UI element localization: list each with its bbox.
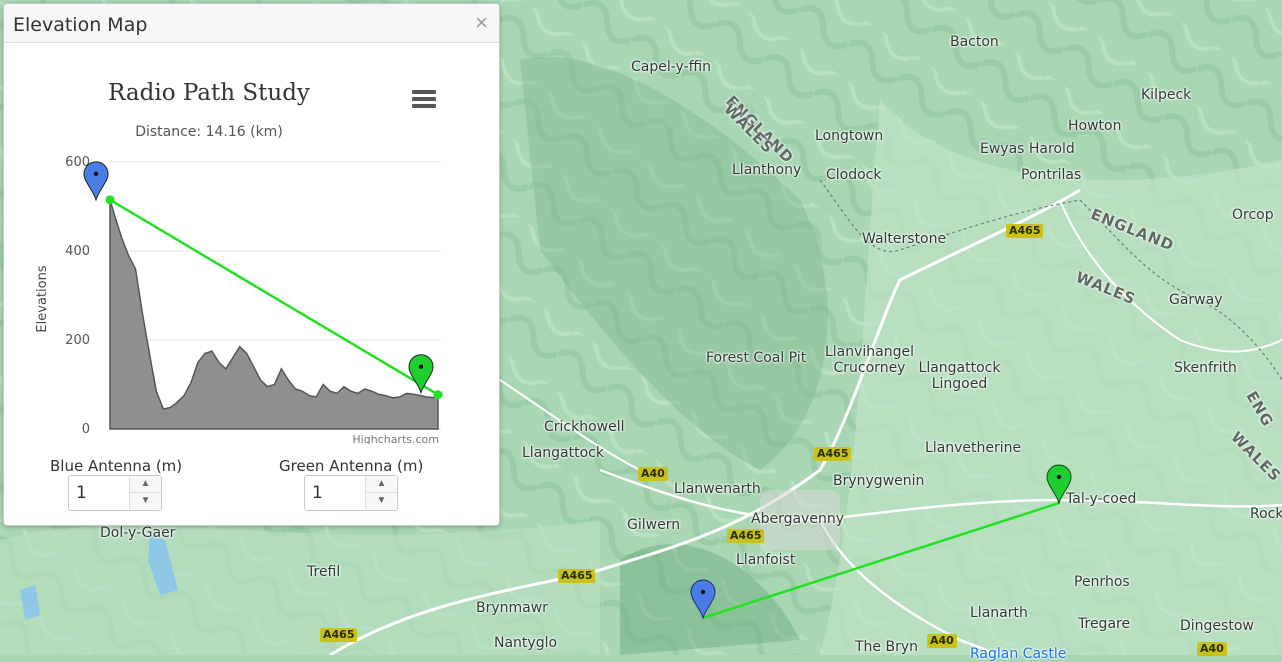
road-shield: A465: [727, 529, 765, 543]
place-label: Llanthony: [732, 162, 802, 178]
place-label: Ewyas Harold: [980, 141, 1075, 157]
place-label: Llanwenarth: [674, 481, 761, 497]
green-antenna-label: Green Antenna (m): [279, 457, 424, 475]
road-shield: A465: [558, 569, 596, 583]
place-label: Brynmawr: [476, 600, 548, 616]
place-label: Dol-y-Gaer: [100, 525, 176, 541]
place-label: Rock: [1250, 506, 1282, 522]
place-label: Nantyglo: [494, 635, 558, 651]
place-label: Dingestow: [1180, 618, 1254, 634]
green-pin-icon: [408, 354, 434, 395]
place-label: Garway: [1169, 292, 1223, 308]
blue-pin-icon: [83, 161, 109, 202]
blue-antenna-label: Blue Antenna (m): [50, 457, 183, 475]
place-label: Capel-y-ffin: [631, 59, 712, 75]
place-label: Longtown: [815, 128, 884, 144]
place-label: Abergavenny: [751, 511, 844, 527]
road-shield: A465: [814, 447, 852, 461]
place-label: Crickhowell: [544, 419, 625, 435]
place-label: Brynygwenin: [833, 473, 925, 489]
place-label: Trefil: [307, 564, 341, 580]
elevation-area: [109, 199, 439, 430]
place-label: Llanarth: [970, 605, 1028, 621]
increment-button[interactable]: ▲: [129, 476, 161, 493]
place-label: Forest Coal Pit: [706, 350, 807, 366]
blue-antenna-input[interactable]: [69, 476, 127, 510]
road-shield: A40: [927, 634, 957, 648]
place-label: Pontrilas: [1021, 167, 1082, 183]
green-antenna-input[interactable]: [305, 476, 363, 510]
place-label: Bacton: [950, 34, 999, 50]
increment-button[interactable]: ▲: [365, 476, 397, 493]
place-label: Llangattock Lingoed: [918, 360, 1001, 392]
y-tick-label: 200: [65, 333, 90, 348]
place-label: Llanvetherine: [925, 440, 1022, 456]
road-shield: A465: [320, 628, 358, 642]
place-label: Clodock: [826, 167, 882, 183]
place-label: Tal-y-coed: [1066, 491, 1137, 507]
place-label: Llanfoist: [736, 552, 796, 568]
y-axis-label: Elevations: [35, 265, 50, 332]
road-shield: A40: [1197, 642, 1227, 656]
line-end-point: [433, 390, 443, 400]
dialog-header[interactable]: Elevation Map ×: [4, 4, 499, 43]
place-label: Skenfrith: [1174, 360, 1237, 376]
road-shield: A40: [638, 467, 668, 481]
place-label: The Bryn: [855, 639, 919, 655]
place-label: Walterstone: [862, 231, 947, 247]
green-antenna-stepper: ▲ ▼: [304, 475, 398, 511]
dialog-title: Elevation Map: [13, 14, 148, 36]
place-label: Llangattock: [522, 445, 604, 461]
line-of-sight: [109, 198, 439, 396]
y-tick-label: 400: [65, 244, 90, 259]
place-label: Gilwern: [627, 517, 681, 533]
y-tick-label: 0: [82, 422, 90, 437]
elevation-map-dialog: Elevation Map × Radio Path Study Distanc…: [3, 3, 500, 526]
place-label: Tregare: [1078, 616, 1131, 632]
place-label: Orcop: [1232, 207, 1274, 223]
road-shield: A465: [1006, 224, 1044, 238]
place-label: Kilpeck: [1141, 87, 1192, 103]
decrement-button[interactable]: ▼: [129, 493, 161, 509]
place-label: Howton: [1068, 118, 1122, 134]
line-start-point: [105, 195, 115, 205]
blue-antenna-stepper: ▲ ▼: [68, 475, 162, 511]
decrement-button[interactable]: ▼: [365, 493, 397, 509]
place-label: Penrhos: [1074, 574, 1130, 590]
close-icon[interactable]: ×: [475, 12, 488, 34]
place-label: Llanvihangel Crucorney: [824, 344, 915, 376]
elevation-chart: Radio Path Study Distance: 14.16 (km) 02…: [4, 44, 499, 444]
chart-plot: 0200400600 Elevations Highcharts.com: [35, 155, 443, 444]
chart-credits[interactable]: Highcharts.com: [352, 433, 439, 444]
place-label[interactable]: Raglan Castle: [970, 646, 1066, 662]
